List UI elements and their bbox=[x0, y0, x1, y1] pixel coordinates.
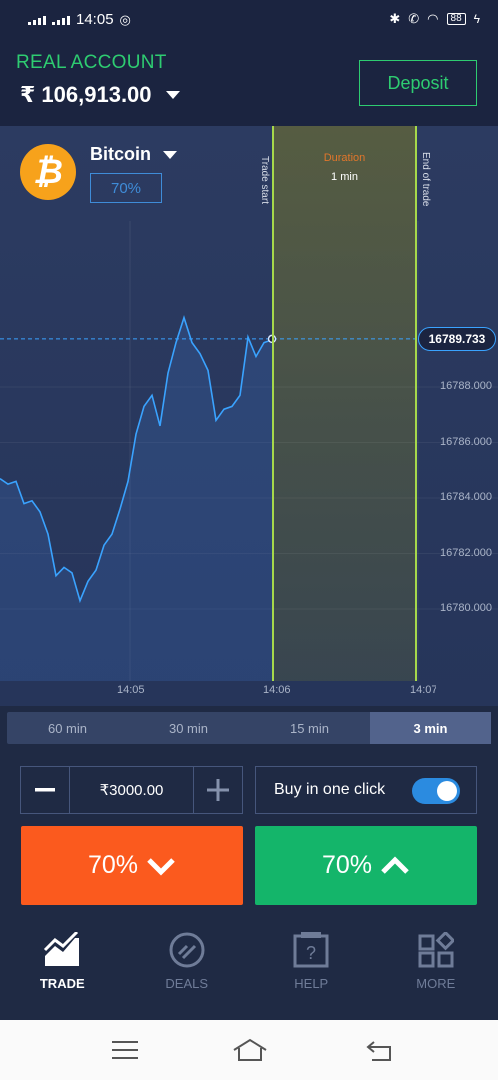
trade-chart-icon bbox=[44, 932, 80, 966]
menu-icon[interactable] bbox=[112, 1041, 138, 1059]
asset-name-row[interactable]: Bitcoin bbox=[90, 144, 177, 165]
chart-svg bbox=[0, 221, 498, 681]
asset-payout-badge: 70% bbox=[90, 173, 162, 203]
balance-selector[interactable]: ₹ 106,913.00 bbox=[20, 82, 180, 108]
duration-value: 1 min bbox=[331, 171, 358, 183]
chevron-down-icon bbox=[147, 857, 175, 876]
battery-icon: 88 bbox=[446, 13, 466, 25]
svg-text:?: ? bbox=[306, 943, 316, 963]
chevron-up-icon bbox=[381, 855, 409, 874]
price-chart[interactable]: Trade start End of trade Duration 1 min … bbox=[0, 126, 498, 706]
system-nav-bar bbox=[0, 1020, 498, 1080]
one-click-toggle[interactable] bbox=[412, 778, 460, 804]
call-icon: ✆ bbox=[408, 11, 420, 26]
put-payout: 70% bbox=[87, 851, 139, 879]
investment-amount: ₹3000.00 bbox=[20, 766, 243, 814]
one-click-option: Buy in one click bbox=[255, 766, 477, 814]
tab-3-min[interactable]: 3 min bbox=[370, 712, 491, 744]
end-of-trade-label: End of trade bbox=[420, 152, 431, 207]
x-tick-label: 14:07 bbox=[410, 684, 436, 696]
price-area bbox=[0, 317, 272, 681]
nav-more[interactable]: MORE bbox=[374, 922, 498, 1020]
tab-60-min[interactable]: 60 min bbox=[7, 712, 128, 744]
wifi-icon: ◠ bbox=[427, 11, 439, 26]
asset-name: Bitcoin bbox=[90, 144, 151, 164]
account-balance: ₹ 106,913.00 bbox=[20, 82, 152, 107]
account-type-label: REAL ACCOUNT bbox=[16, 52, 167, 73]
bluetooth-icon: ✱ bbox=[389, 11, 401, 26]
put-button[interactable]: 70% bbox=[21, 826, 243, 905]
y-tick-label: 16782.000 bbox=[440, 546, 492, 559]
nav-trade[interactable]: TRADE bbox=[0, 922, 125, 1020]
nav-help-label: HELP bbox=[294, 976, 329, 991]
status-left: 14:05 ◎ bbox=[28, 11, 131, 28]
asset-selector[interactable]: ₿ Bitcoin 70% bbox=[20, 144, 177, 203]
timeframe-tabs: 60 min 30 min 15 min 3 min bbox=[7, 712, 491, 744]
bitcoin-icon: ₿ bbox=[20, 144, 76, 200]
x-tick-label: 14:06 bbox=[263, 684, 291, 696]
trade-start-label: Trade start bbox=[259, 156, 270, 204]
chevron-down-icon bbox=[165, 91, 180, 99]
bottom-nav: TRADE DEALS ? HELP MORE bbox=[0, 922, 498, 1020]
status-right: ✱ ✆ ◠ 88 ϟ bbox=[389, 11, 480, 27]
account-header: REAL ACCOUNT ₹ 106,913.00 Deposit bbox=[0, 40, 498, 126]
nav-deals[interactable]: DEALS bbox=[125, 922, 250, 1020]
deposit-button[interactable]: Deposit bbox=[359, 60, 477, 106]
back-icon[interactable] bbox=[366, 1040, 392, 1062]
trade-start-line bbox=[272, 126, 274, 681]
signal-icon-2 bbox=[52, 15, 70, 25]
plus-icon[interactable] bbox=[194, 767, 242, 813]
tab-15-min[interactable]: 15 min bbox=[249, 712, 370, 744]
y-tick-label: 16784.000 bbox=[440, 491, 492, 503]
y-tick-label: 16780.000 bbox=[440, 602, 492, 614]
nav-help[interactable]: ? HELP bbox=[249, 922, 374, 1020]
app-root: 14:05 ◎ ✱ ✆ ◠ 88 ϟ REAL ACCOUNT ₹ 106,91… bbox=[0, 0, 498, 1080]
current-price-tag: 16789.733 bbox=[418, 326, 496, 351]
signal-icon bbox=[28, 15, 46, 25]
chevron-down-icon bbox=[163, 150, 177, 159]
deals-icon bbox=[169, 932, 205, 968]
status-bar: 14:05 ◎ ✱ ✆ ◠ 88 ϟ bbox=[0, 0, 498, 40]
help-icon: ? bbox=[293, 932, 329, 968]
minus-icon[interactable] bbox=[21, 767, 69, 813]
charging-icon: ϟ bbox=[473, 12, 480, 26]
y-tick-label: 16786.000 bbox=[440, 435, 492, 448]
end-of-trade-line bbox=[415, 126, 417, 681]
nav-deals-label: DEALS bbox=[165, 976, 209, 991]
home-icon[interactable] bbox=[232, 1038, 268, 1062]
nav-trade-label: TRADE bbox=[39, 976, 85, 991]
one-click-label: Buy in one click bbox=[274, 781, 386, 798]
y-tick-label: 16788.000 bbox=[440, 380, 492, 392]
call-button[interactable]: 70% bbox=[255, 826, 477, 905]
call-payout: 70% bbox=[321, 851, 373, 879]
status-time: 14:05 bbox=[76, 11, 114, 28]
tab-30-min[interactable]: 30 min bbox=[128, 712, 249, 744]
more-icon bbox=[418, 932, 454, 968]
nav-more-label: MORE bbox=[416, 976, 456, 991]
x-tick-label: 14:05 bbox=[117, 684, 145, 696]
amount-input[interactable]: ₹3000.00 bbox=[69, 767, 194, 813]
duration-label: Duration bbox=[323, 152, 366, 164]
whatsapp-icon: ◎ bbox=[119, 11, 131, 27]
